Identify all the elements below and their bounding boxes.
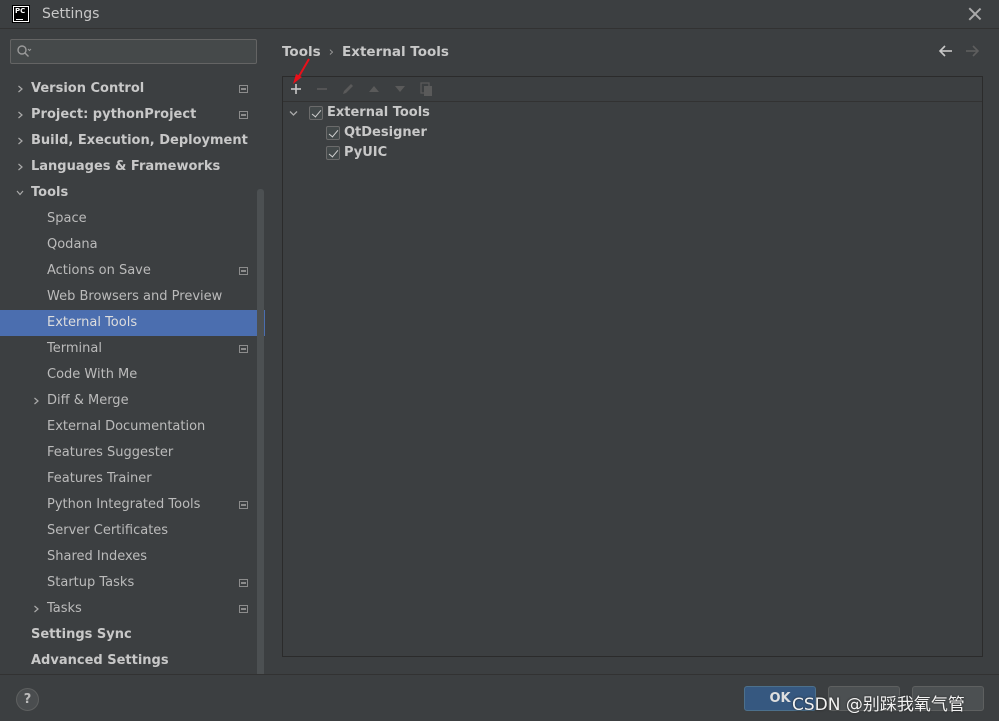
project-level-icon <box>239 605 248 613</box>
sidebar-item-actions-on-save[interactable]: Actions on Save <box>0 258 265 284</box>
dialog-footer: ? OK CSDN @别踩我氧气管 <box>0 674 999 721</box>
project-level-icon <box>239 579 248 587</box>
sidebar-item-advanced-settings[interactable]: Advanced Settings <box>0 648 265 674</box>
main-content: Tools › External Tools External Tools Qt… <box>265 29 999 674</box>
sidebar-item-features-suggester[interactable]: Features Suggester <box>0 440 265 466</box>
project-level-icon <box>239 85 248 93</box>
sidebar-item-startup-tasks[interactable]: Startup Tasks <box>0 570 265 596</box>
edit-pencil-icon[interactable] <box>339 80 357 98</box>
title-bar: PC Settings <box>0 0 999 29</box>
sidebar-item-version-control[interactable]: Version Control <box>0 76 265 102</box>
move-up-icon[interactable] <box>365 80 383 98</box>
sidebar-item-label: Server Certificates <box>47 523 169 538</box>
sidebar-item-shared-indexes[interactable]: Shared Indexes <box>0 544 265 570</box>
sidebar-item-label: Python Integrated Tools <box>47 497 201 512</box>
sidebar-item-space[interactable]: Space <box>0 206 265 232</box>
sidebar-item-label: Features Suggester <box>47 445 174 460</box>
window-title: Settings <box>42 6 100 22</box>
pyuic-checkbox[interactable] <box>326 146 340 160</box>
remove-icon[interactable] <box>313 80 331 98</box>
chevron-right-icon[interactable] <box>16 111 24 119</box>
sidebar-item-terminal[interactable]: Terminal <box>0 336 265 362</box>
project-level-icon <box>239 111 248 119</box>
sidebar-item-label: Version Control <box>31 81 145 96</box>
sidebar-item-label: External Tools <box>47 315 138 330</box>
project-level-icon <box>239 267 248 275</box>
search-box[interactable] <box>10 39 257 64</box>
sidebar-item-label: Actions on Save <box>47 263 151 278</box>
sidebar-item-label: Startup Tasks <box>47 575 135 590</box>
sidebar-item-label: Tools <box>31 185 69 200</box>
sidebar-item-external-documentation[interactable]: External Documentation <box>0 414 265 440</box>
move-down-icon[interactable] <box>391 80 409 98</box>
watermark: CSDN @别踩我氧气管 <box>792 695 965 715</box>
project-level-icon <box>239 501 248 509</box>
tool-label: PyUIC <box>344 145 388 160</box>
external-tools-panel: External Tools QtDesigner PyUIC <box>282 76 983 657</box>
sidebar-item-tasks[interactable]: Tasks <box>0 596 265 622</box>
chevron-down-icon[interactable] <box>16 189 24 197</box>
search-input[interactable] <box>35 41 250 62</box>
chevron-right-icon[interactable] <box>16 137 24 145</box>
sidebar-item-label: Web Browsers and Preview <box>47 289 223 304</box>
sidebar-item-label: Code With Me <box>47 367 138 382</box>
chevron-right-icon[interactable] <box>32 605 40 613</box>
sidebar-item-code-with-me[interactable]: Code With Me <box>0 362 265 388</box>
pycharm-logo-icon: PC <box>12 5 30 23</box>
sidebar-item-external-tools[interactable]: External Tools <box>0 310 265 336</box>
settings-tree: Version Control Project: pythonProject Bui… <box>0 76 265 674</box>
sidebar-item-label: Shared Indexes <box>47 549 148 564</box>
search-icon <box>17 45 32 57</box>
sidebar-item-label: Tasks <box>47 601 82 616</box>
sidebar-scrollbar[interactable] <box>257 189 264 701</box>
chevron-right-icon[interactable] <box>16 85 24 93</box>
project-level-icon <box>239 345 248 353</box>
breadcrumb-separator: › <box>328 44 335 60</box>
sidebar-item-project-pythonproject[interactable]: Project: pythonProject <box>0 102 265 128</box>
tools-toolbar <box>283 77 982 102</box>
sidebar-item-label: Languages & Frameworks <box>31 159 221 174</box>
sidebar-item-settings-sync[interactable]: Settings Sync <box>0 622 265 648</box>
sidebar-item-label: Features Trainer <box>47 471 152 486</box>
add-icon[interactable] <box>287 80 305 98</box>
sidebar-item-label: Qodana <box>47 237 98 252</box>
chevron-right-icon[interactable] <box>32 397 40 405</box>
sidebar-item-diff-merge[interactable]: Diff & Merge <box>0 388 265 414</box>
sidebar-item-qodana[interactable]: Qodana <box>0 232 265 258</box>
sidebar-item-features-trainer[interactable]: Features Trainer <box>0 466 265 492</box>
sidebar-item-tools[interactable]: Tools <box>0 180 265 206</box>
sidebar-item-build-execution-deployment[interactable]: Build, Execution, Deployment <box>0 128 265 154</box>
forward-arrow-icon[interactable] <box>964 43 980 59</box>
tool-label: QtDesigner <box>344 125 427 140</box>
sidebar-item-label: Settings Sync <box>31 627 132 642</box>
back-arrow-icon[interactable] <box>938 43 954 59</box>
breadcrumb-parent[interactable]: Tools <box>282 44 321 60</box>
sidebar-item-label: Project: pythonProject <box>31 107 197 122</box>
sidebar-item-languages-frameworks[interactable]: Languages & Frameworks <box>0 154 265 180</box>
sidebar-item-web-browsers-and-preview[interactable]: Web Browsers and Preview <box>0 284 265 310</box>
sidebar-item-python-integrated-tools[interactable]: Python Integrated Tools <box>0 492 265 518</box>
external-tools-group-label: External Tools <box>327 105 430 120</box>
sidebar-item-label: Diff & Merge <box>47 393 129 408</box>
sidebar-item-label: Terminal <box>47 341 102 356</box>
sidebar-item-label: Advanced Settings <box>31 653 169 668</box>
sidebar-item-label: Build, Execution, Deployment <box>31 133 248 148</box>
help-button[interactable]: ? <box>16 688 39 711</box>
sidebar-item-server-certificates[interactable]: Server Certificates <box>0 518 265 544</box>
external-tools-group-checkbox[interactable] <box>309 106 323 120</box>
breadcrumb-current: External Tools <box>342 44 449 60</box>
sidebar-item-label: Space <box>47 211 87 226</box>
sidebar-item-label: External Documentation <box>47 419 206 434</box>
copy-icon[interactable] <box>417 80 435 98</box>
chevron-right-icon[interactable] <box>16 163 24 171</box>
chevron-down-icon[interactable] <box>289 109 298 118</box>
qtdesigner-checkbox[interactable] <box>326 126 340 140</box>
close-button[interactable] <box>965 4 985 24</box>
breadcrumb: Tools › External Tools <box>282 44 449 60</box>
settings-sidebar: Version Control Project: pythonProject Bui… <box>0 29 265 701</box>
